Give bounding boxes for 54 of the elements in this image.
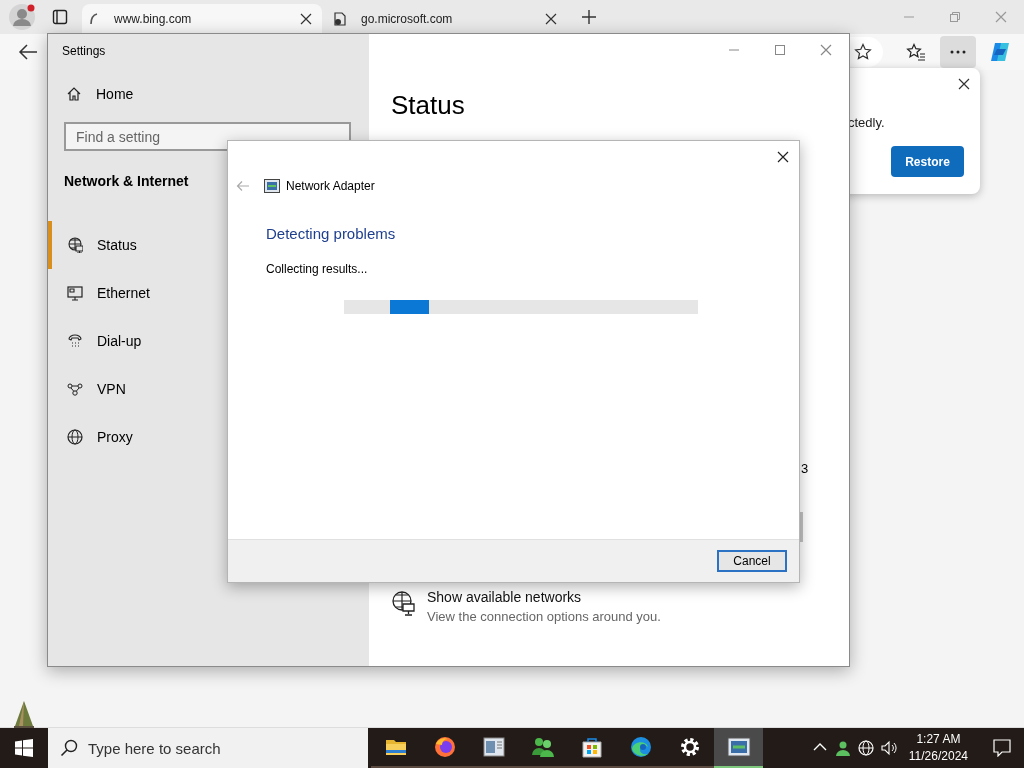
app-window-icon: [481, 735, 506, 759]
home-link[interactable]: Home: [66, 86, 369, 102]
person-icon[interactable]: [835, 740, 852, 756]
new-tab-icon[interactable]: [581, 9, 597, 25]
link-title[interactable]: Show available networks: [427, 589, 661, 605]
page-heading: Status: [391, 90, 466, 121]
notification-icon[interactable]: [993, 739, 1011, 757]
store-icon: [579, 735, 604, 759]
taskbar-app[interactable]: [714, 728, 763, 768]
network-adapter-icon: [726, 735, 751, 759]
dialog-title: Network Adapter: [286, 179, 375, 193]
taskbar-search-box[interactable]: Type here to search: [48, 728, 368, 768]
close-tab-icon[interactable]: [300, 13, 312, 25]
windows-start-icon[interactable]: [15, 739, 33, 757]
search-icon: [60, 739, 78, 757]
page-icon: [333, 12, 347, 26]
globe-monitor-icon: [391, 591, 415, 617]
restore-button[interactable]: Restore: [891, 146, 964, 177]
cone-icon: [12, 700, 36, 728]
globe-icon: [67, 429, 83, 445]
network-adapter-icon: [264, 179, 280, 193]
globe-icon[interactable]: [858, 740, 875, 756]
phone-icon: [67, 333, 83, 349]
section-title: Network & Internet: [64, 173, 189, 189]
profile-avatar-icon[interactable]: [8, 3, 36, 31]
globe-monitor-icon: [67, 237, 83, 253]
loading-icon: [88, 12, 100, 26]
maximize-icon[interactable]: [774, 44, 786, 56]
vpn-icon: [67, 381, 83, 397]
close-tab-icon[interactable]: [545, 13, 557, 25]
status-text: 3: [801, 461, 809, 476]
tab-actions-icon[interactable]: [52, 9, 68, 25]
taskbar-search-field[interactable]: Type here to search: [88, 739, 368, 757]
volume-icon[interactable]: [881, 740, 898, 756]
cancel-button[interactable]: Cancel: [717, 550, 787, 572]
star-icon[interactable]: [854, 43, 872, 61]
favorites-icon[interactable]: [906, 43, 926, 61]
firefox-icon: [432, 735, 457, 759]
monitor-icon: [67, 285, 83, 301]
link-description: View the connection options around you.: [427, 609, 661, 624]
browser-tab[interactable]: www.bing.com: [82, 4, 322, 34]
edge-icon: [628, 735, 653, 759]
close-icon[interactable]: [777, 151, 789, 163]
window-title: Settings: [62, 44, 107, 60]
home-icon: [66, 86, 82, 102]
clock-time[interactable]: 1:27 AM: [916, 731, 961, 748]
close-icon[interactable]: [958, 78, 970, 90]
people-icon: [530, 735, 555, 759]
popup-message: ctedly.: [848, 115, 885, 130]
back-arrow-icon[interactable]: [18, 43, 38, 61]
clock-date[interactable]: 11/26/2024: [908, 748, 968, 765]
more-icon[interactable]: [950, 50, 966, 54]
copilot-icon[interactable]: [988, 40, 1012, 64]
browser-tab[interactable]: go.microsoft.com: [327, 4, 567, 34]
